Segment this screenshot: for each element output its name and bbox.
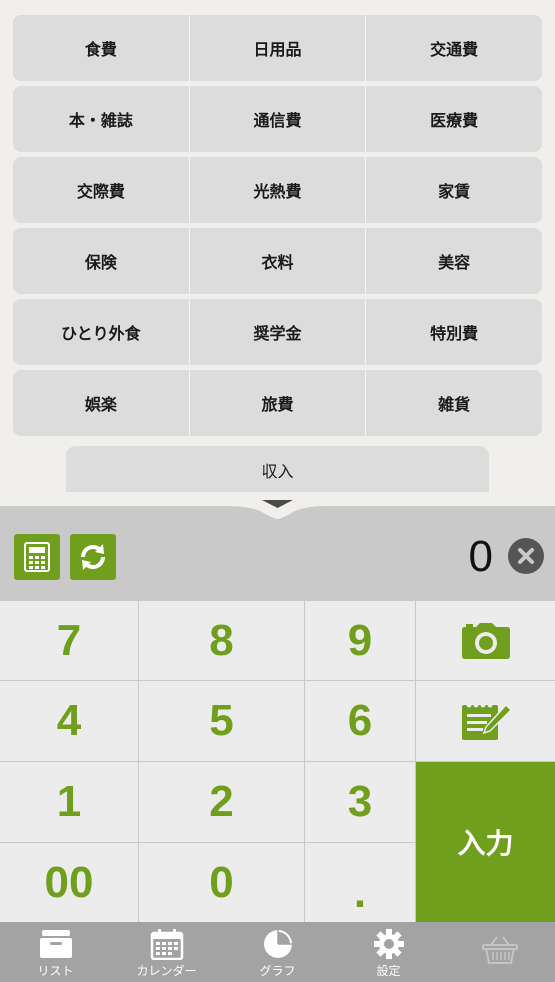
category-row: 食費 日用品 交通費	[13, 15, 542, 81]
refresh-icon	[81, 544, 105, 570]
key-9[interactable]: 9	[305, 601, 415, 680]
key-0[interactable]: 0	[139, 843, 304, 922]
category-special[interactable]: 特別費	[366, 299, 542, 365]
calculator-icon	[24, 542, 50, 572]
key-4[interactable]: 4	[0, 681, 138, 761]
key-8[interactable]: 8	[139, 601, 304, 680]
refresh-button[interactable]	[70, 534, 116, 580]
clear-icon	[518, 548, 534, 564]
key-3[interactable]: 3	[305, 762, 415, 842]
key-00[interactable]: 00	[0, 843, 138, 922]
key-1[interactable]: 1	[0, 762, 138, 842]
category-beauty[interactable]: 美容	[366, 228, 542, 294]
tab-graph[interactable]: グラフ	[222, 922, 333, 982]
tab-settings-label: 設定	[376, 964, 401, 978]
category-daily-goods[interactable]: 日用品	[190, 15, 367, 81]
category-communication[interactable]: 通信費	[190, 86, 367, 152]
category-entertainment[interactable]: 娯楽	[13, 370, 190, 436]
category-row: 本・雑誌 通信費 医療費	[13, 86, 542, 152]
category-insurance[interactable]: 保険	[13, 228, 190, 294]
key-5[interactable]: 5	[139, 681, 304, 761]
category-medical[interactable]: 医療費	[366, 86, 542, 152]
camera-button[interactable]	[416, 601, 555, 680]
tab-list-label: リスト	[37, 964, 74, 978]
tab-basket[interactable]	[444, 922, 555, 982]
enter-button[interactable]: 入力	[416, 762, 555, 922]
category-misc-goods[interactable]: 雑貨	[366, 370, 542, 436]
income-tab[interactable]: 収入	[66, 446, 489, 494]
tab-settings[interactable]: 設定	[333, 922, 444, 982]
key-7[interactable]: 7	[0, 601, 138, 680]
pie-chart-icon	[263, 930, 292, 958]
tab-list[interactable]: リスト	[0, 922, 111, 982]
amount-display: 0	[0, 492, 555, 600]
key-decimal[interactable]: .	[305, 843, 415, 922]
category-books[interactable]: 本・雑誌	[13, 86, 190, 152]
category-social[interactable]: 交際費	[13, 157, 190, 223]
tab-calendar-label: カレンダー	[136, 964, 197, 978]
calendar-icon	[150, 929, 183, 960]
keypad: 7 8 9 4 5 6 1 2 3 入力 00 0 .	[0, 600, 555, 922]
tab-bar: リスト カレンダー グラフ 設定	[0, 922, 555, 982]
category-row: ひとり外食 奨学金 特別費	[13, 299, 542, 365]
category-row: 保険 衣料 美容	[13, 228, 542, 294]
category-utilities[interactable]: 光熱費	[190, 157, 367, 223]
clear-button[interactable]	[508, 538, 544, 574]
amount-value: 0	[468, 532, 493, 581]
calculator-button[interactable]	[14, 534, 60, 580]
list-box-icon	[39, 930, 72, 958]
tab-graph-label: グラフ	[259, 964, 296, 978]
memo-button[interactable]	[416, 681, 555, 761]
category-row: 娯楽 旅費 雑貨	[13, 370, 542, 436]
category-food[interactable]: 食費	[13, 15, 190, 81]
category-travel[interactable]: 旅費	[190, 370, 367, 436]
tab-calendar[interactable]: カレンダー	[111, 922, 222, 982]
camera-icon	[461, 622, 510, 659]
category-transport[interactable]: 交通費	[366, 15, 542, 81]
category-eating-out[interactable]: ひとり外食	[13, 299, 190, 365]
memo-icon	[461, 702, 512, 740]
category-clothing[interactable]: 衣料	[190, 228, 367, 294]
category-row: 交際費 光熱費 家賃	[13, 157, 542, 223]
key-2[interactable]: 2	[139, 762, 304, 842]
category-scholarship[interactable]: 奨学金	[190, 299, 367, 365]
key-6[interactable]: 6	[305, 681, 415, 761]
basket-icon	[481, 935, 518, 964]
gear-icon	[373, 929, 404, 959]
category-rent[interactable]: 家賃	[366, 157, 542, 223]
panel-notch	[0, 492, 555, 519]
category-area: 食費 日用品 交通費 本・雑誌 通信費 医療費 交際費 光熱費 家賃 保険 衣料…	[0, 0, 555, 500]
